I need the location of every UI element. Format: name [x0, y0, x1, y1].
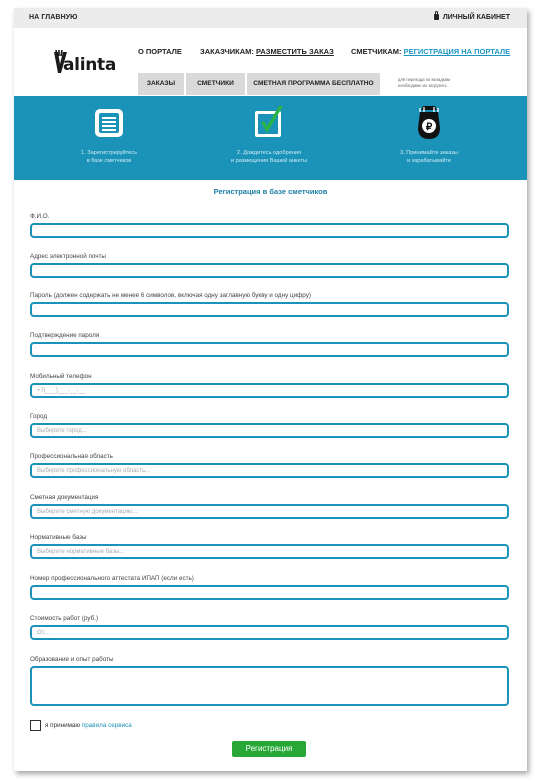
phone-input[interactable]: +7(___)___-__-__ [30, 383, 509, 398]
list-icon [95, 109, 123, 137]
nav-clients-prefix: ЗАКАЗЧИКАМ: [200, 47, 254, 56]
cost-label: Стоимость работ (руб.) [30, 615, 99, 622]
step-3-label: 3. Принимайте заказы и зарабатывайте [400, 150, 458, 164]
money-bag-icon: ₽ [418, 106, 440, 139]
prof-area-select[interactable]: Выберите профессиональную область... [30, 463, 509, 478]
lock-icon [433, 11, 439, 20]
password-label: Пароль (должен содержать не менее 6 симв… [30, 292, 311, 299]
register-portal-link[interactable]: РЕГИСТРАЦИЯ НА ПОРТАЛЕ [404, 47, 511, 56]
prof-area-label: Профессиональная область [30, 453, 113, 460]
steps-band: 1. Зарегистрируйтесь в базе сметчиков 2.… [14, 96, 527, 180]
agree-text: я принимаю правила сервиса [45, 722, 132, 729]
nav-clients: ЗАКАЗЧИКАМ: РАЗМЕСТИТЬ ЗАКАЗ [200, 47, 334, 56]
estimate-docs-label: Сметная документация [30, 494, 99, 501]
tab-free-program[interactable]: СМЕТНАЯ ПРОГРАММА БЕСПЛАТНО [247, 73, 382, 95]
nav-estimators-prefix: СМЕТЧИКАМ: [351, 47, 402, 56]
tab-note-text: для перехода по вкладкам необходимо их з… [398, 77, 450, 88]
email-input[interactable] [30, 263, 509, 278]
password-input[interactable] [30, 302, 509, 317]
cost-input[interactable]: От... [30, 625, 509, 640]
education-label: Образование и опыт работы [30, 656, 114, 663]
tab-note: для перехода по вкладкам необходимо их з… [398, 77, 508, 89]
top-strip: НА ГЛАВНУЮ ЛИЧНЫЙ КАБИНЕТ [14, 8, 527, 28]
phone-label: Мобильный телефон [30, 373, 92, 380]
step-1-label: 1. Зарегистрируйтесь в базе сметчиков [81, 150, 137, 164]
nav-estimators: СМЕТЧИКАМ: РЕГИСТРАЦИЯ НА ПОРТАЛЕ [351, 47, 510, 56]
cabinet-label: ЛИЧНЫЙ КАБИНЕТ [442, 14, 510, 21]
logo-text: alinta [63, 55, 117, 75]
password-confirm-input[interactable] [30, 342, 509, 357]
svg-text:₽: ₽ [426, 122, 433, 133]
header: alinta О ПОРТАЛЕ ЗАКАЗЧИКАМ: РАЗМЕСТИТЬ … [14, 28, 527, 96]
ipap-input[interactable] [30, 585, 509, 600]
ipap-label: Номер профессионального аттестата ИПАП (… [30, 575, 194, 582]
city-label: Город [30, 413, 48, 420]
norm-bases-select[interactable]: Выберите нормативные базы... [30, 544, 509, 559]
check-icon [255, 106, 283, 137]
estimate-docs-select[interactable]: Выберите сметную документацию... [30, 504, 509, 519]
page: НА ГЛАВНУЮ ЛИЧНЫЙ КАБИНЕТ alinta О ПОРТА… [14, 8, 527, 771]
logo[interactable]: alinta [52, 50, 118, 78]
register-button[interactable]: Регистрация [232, 741, 306, 757]
norm-bases-label: Нормативные базы [30, 534, 87, 541]
tab-estimators[interactable]: СМЕТЧИКИ [186, 73, 247, 95]
personal-cabinet-link[interactable]: ЛИЧНЫЙ КАБИНЕТ [433, 11, 510, 21]
form-title: Регистрация в базе сметчиков [213, 187, 328, 196]
step-2-label: 2. Дождитесь одобрения и размещения Ваше… [230, 150, 308, 164]
education-textarea[interactable] [30, 666, 509, 706]
agree-label: я принимаю [45, 722, 81, 729]
tab-orders[interactable]: ЗАКАЗЫ [138, 73, 186, 95]
fio-label: Ф.И.О. [30, 213, 50, 220]
place-order-link[interactable]: РАЗМЕСТИТЬ ЗАКАЗ [256, 47, 334, 56]
agree-checkbox[interactable] [30, 720, 41, 731]
password-confirm-label: Подтверждение пароля [30, 332, 100, 339]
city-select[interactable]: Выберите город... [30, 423, 509, 438]
email-label: Адрес электронной почты [30, 253, 106, 260]
nav-about[interactable]: О ПОРТАЛЕ [138, 47, 182, 56]
service-rules-link[interactable]: правила сервиса [82, 722, 132, 729]
home-link[interactable]: НА ГЛАВНУЮ [29, 14, 78, 21]
fio-input[interactable] [30, 223, 509, 238]
